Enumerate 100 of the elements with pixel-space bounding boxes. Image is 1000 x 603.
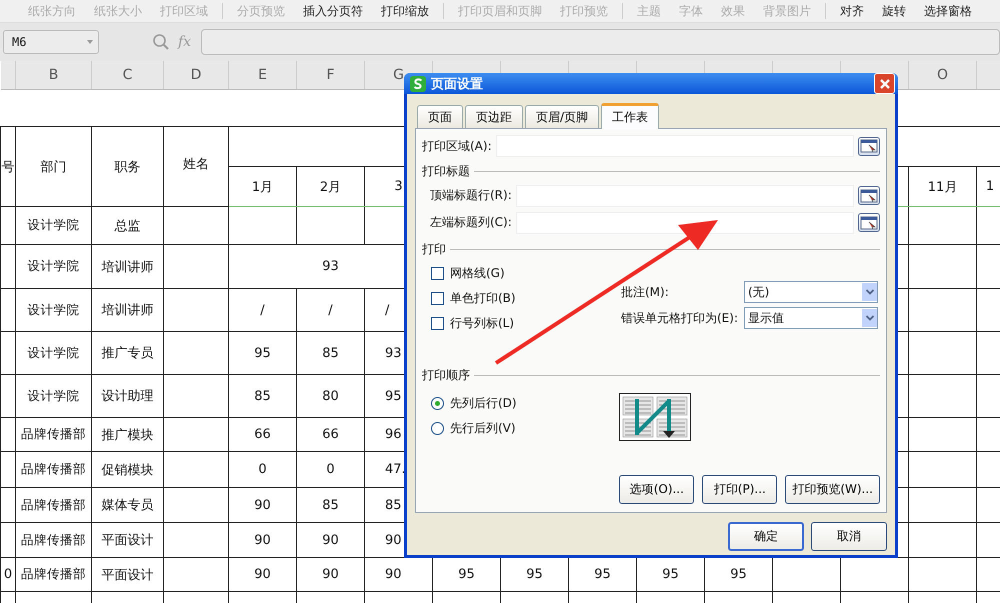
table-cell: 推广模块 [102,428,154,442]
app-logo-icon [409,74,427,92]
checkbox-box[interactable] [431,267,444,280]
table-cell: 93 [322,259,339,274]
dropdown-label: 批注(M): [621,284,669,300]
table-header-cell: 姓名 [183,157,209,172]
toolbar-button[interactable]: 旋转 [874,2,914,20]
checkbox-box[interactable] [431,292,444,305]
field-label: 顶端标题行(R): [430,187,512,204]
section-heading: 打印 [422,240,446,258]
table-cell: 85 [254,388,271,404]
table-cell: 90 [322,567,339,582]
dialog-title: 页面设置 [431,76,484,92]
input-field[interactable] [516,212,854,234]
table-cell: 90 [385,567,402,582]
range-select-button[interactable] [858,136,880,156]
section-heading: 打印顺序 [422,366,470,384]
close-icon [878,78,890,90]
checkbox[interactable]: 单色打印(B) [431,290,591,307]
table-cell: 93 [385,346,402,360]
name-box[interactable]: M6 [3,30,99,54]
radio-option[interactable]: 先列后行(D) [431,395,521,412]
dialog-button[interactable]: 取消 [811,522,887,551]
formula-input[interactable] [201,29,1000,55]
table-cell: 95 [662,567,679,582]
table-cell: 设计学院 [28,258,80,273]
table-header-cell: 3 [394,179,403,194]
table-cell: 96 [385,427,402,442]
table-cell: 90 [322,532,339,548]
range-select-button[interactable] [858,213,880,232]
table-cell: 媒体专员 [102,498,154,513]
chevron-down-icon [864,314,874,322]
column-letter[interactable]: F [326,67,335,83]
checkbox[interactable]: 行号列标(L) [431,315,591,332]
table-cell: 0 [326,462,335,477]
column-letter[interactable]: D [190,67,202,83]
tab[interactable]: 页眉/页脚 [525,105,600,128]
table-cell: 品牌传播部 [21,532,86,546]
table-cell: 品牌传播部 [21,461,86,476]
tab[interactable]: 页边距 [465,105,523,128]
column-letter[interactable]: B [48,67,58,83]
dialog-button[interactable]: 确定 [728,522,804,551]
table-cell: 90 [254,567,271,582]
radio-option[interactable]: 先行后列(V) [431,420,521,437]
radio-button[interactable] [431,397,444,410]
table-cell: 设计学院 [28,388,80,402]
dropdown-label: 错误单元格打印为(E): [621,310,738,326]
toolbar-button[interactable]: 对齐 [832,2,872,20]
checkbox[interactable]: 网格线(G) [431,265,591,282]
toolbar-button[interactable]: 打印缩放 [373,2,437,20]
checkbox-box[interactable] [431,317,444,330]
table-cell: 促销模块 [102,462,154,478]
table-cell: 90 [254,498,271,512]
table-cell: 品牌传播部 [21,496,86,512]
table-cell: 85 [322,346,339,360]
table-cell: 85 [322,498,339,512]
toolbar-button[interactable]: 插入分页符 [295,2,371,20]
dialog-button[interactable]: 选项(O)... [619,475,694,504]
chevron-down-icon [864,288,874,296]
field-label: 打印区域(A): [422,138,492,154]
dialog-button[interactable]: 打印预览(W)... [785,475,880,504]
tab[interactable]: 工作表 [601,103,660,129]
column-letter[interactable]: G [393,67,404,83]
field-label: 左端标题列(C): [430,214,512,231]
table-cell: 95 [594,567,611,582]
table-header-cell: 部门 [40,160,66,174]
table-cell: 平面设计 [102,533,154,548]
table-cell: 设计助理 [102,389,154,404]
dialog-button[interactable]: 打印(P)... [702,475,778,504]
print-order-drawing [619,393,691,441]
table-cell: 设计学院 [28,217,80,232]
table-cell: 培训讲师 [102,260,154,274]
table-cell: 品牌传播部 [21,426,86,441]
table-header-cell: 2月 [320,180,342,194]
column-letter[interactable]: E [258,67,267,83]
column-letter[interactable]: O [936,67,948,83]
table-cell: 95 [526,567,543,582]
table-cell: 总监 [114,218,140,234]
dropdown[interactable]: 显示值 [744,307,878,329]
dropdown-caret-icon [86,39,94,45]
table-cell: / [260,302,265,318]
dropdown[interactable]: (无) [744,281,878,303]
range-select-button[interactable] [858,186,880,205]
table-cell: 95 [385,388,402,404]
close-button[interactable] [874,73,895,94]
table-cell: 品牌传播部 [21,566,86,581]
column-letter[interactable]: C [122,67,132,83]
radio-button[interactable] [431,422,444,435]
tab[interactable]: 页面 [417,105,463,128]
table-cell: 66 [322,427,339,442]
table-cell: 95 [458,567,475,582]
table-cell: 47. [385,462,406,477]
table-header-cell: 号 [2,160,14,174]
table-cell: 85 [385,498,402,512]
table-header-cell: 职务 [114,160,140,174]
table-cell: 66 [254,427,271,442]
table-header-cell: 1 [986,179,994,194]
table-cell: 90 [254,532,271,548]
toolbar-button[interactable]: 选择窗格 [916,2,980,20]
table-cell: 95 [730,567,747,582]
